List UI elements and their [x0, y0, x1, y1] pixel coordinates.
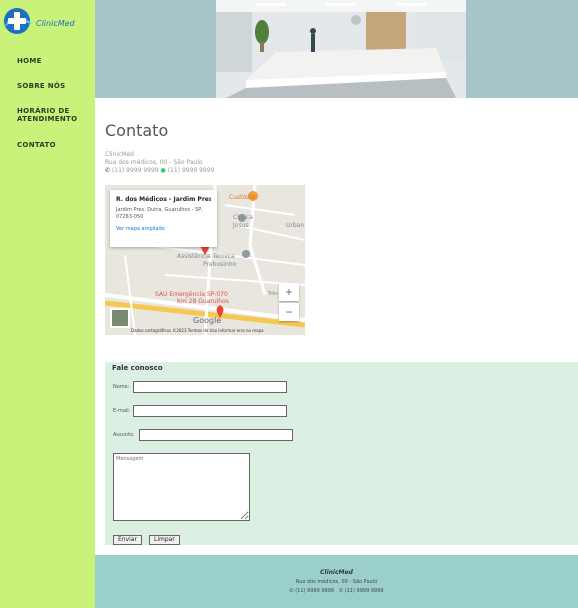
page-title: Contato — [105, 121, 169, 140]
sidebar: ClinicMed HOME SOBRE NÓS HORÁRIO DE ATEN… — [0, 0, 95, 608]
map-place-title: R. dos Médicos - Jardim Pres... — [116, 196, 211, 203]
view-larger-map-link[interactable]: Ver mapa ampliado — [116, 226, 211, 232]
site-footer: ClinicMed Rua dos médicos, 00 - São Paul… — [95, 555, 578, 608]
subject-label: Assunto: — [113, 432, 135, 438]
name-label: Nome: — [113, 384, 130, 390]
map-label: Jesus — [232, 222, 249, 229]
zoom-out-button[interactable]: − — [279, 303, 299, 321]
footer-phones: ✆ (11) 9999 9999 ✆ (11) 9999 9999 — [95, 588, 578, 594]
map-place-address: Jardim Pres. Dutra, Guarulhos - SP, 0726… — [116, 207, 203, 220]
map-label: Custódio — [229, 194, 256, 201]
map-label: Três — [267, 290, 278, 297]
phone-icon: ✆ — [105, 167, 111, 174]
contact-whatsapp: (11) 9999 9999 — [167, 167, 215, 174]
embedded-map[interactable]: Custódio Clínica Jesus Urban Assistência… — [105, 185, 305, 335]
footer-phone: (11) 9999 9999 — [295, 588, 335, 594]
poi-marker[interactable] — [242, 250, 250, 258]
map-attribution[interactable]: Dados cartográficos ©2023 Termos de Uso … — [131, 328, 264, 333]
contact-name: ClinicMed — [105, 151, 134, 158]
map-label: Prehusinho — [203, 261, 237, 268]
contact-address: Rua dos médicos, 00 - São Paulo — [105, 159, 203, 166]
map-place-card: R. dos Médicos - Jardim Pres... Jardim P… — [110, 190, 217, 247]
header-banner — [95, 0, 578, 98]
logo[interactable]: ClinicMed — [2, 6, 92, 36]
map-label: Urban — [286, 222, 304, 229]
map-label: Assistência Técnica — [177, 253, 235, 260]
email-label: E-mail: — [113, 408, 131, 414]
whatsapp-icon: ● — [160, 167, 166, 174]
hero-image — [216, 0, 466, 98]
whatsapp-icon: ✆ — [338, 588, 344, 594]
footer-address: Rua dos médicos, 00 - São Paulo — [295, 579, 378, 585]
logo-cross-icon — [4, 8, 32, 34]
form-title: Fale conosco — [112, 364, 163, 372]
satellite-toggle-button[interactable] — [110, 308, 130, 328]
contact-phone: (11) 9999 9999 — [111, 167, 159, 174]
footer-whatsapp: (11) 9999 9999 — [344, 588, 384, 594]
send-button[interactable]: Enviar — [113, 535, 142, 545]
contact-form: Fale conosco Nome: E-mail: Assunto: Envi… — [105, 362, 578, 545]
nav-item-horario[interactable]: HORÁRIO DE ATENDIMENTO — [17, 107, 87, 123]
clear-button[interactable]: Limpar — [149, 535, 180, 545]
map-label: Km 28 Guarulhos — [177, 298, 229, 305]
map-label: SAU Emergência SP-070 — [155, 291, 228, 298]
nav-item-contato[interactable]: CONTATO — [17, 141, 87, 149]
contact-info: ClinicMed Rua dos médicos, 00 - São Paul… — [105, 151, 214, 175]
nav-item-home[interactable]: HOME — [17, 57, 87, 65]
email-input[interactable] — [133, 405, 287, 417]
google-logo: Google — [193, 316, 222, 325]
logo-text: ClinicMed — [36, 19, 75, 28]
reception-illustration — [216, 0, 466, 98]
footer-brand: ClinicMed — [320, 569, 353, 576]
map-label: Clínica — [233, 214, 253, 221]
subject-input[interactable] — [139, 429, 293, 441]
phone-icon: ✆ — [289, 588, 294, 594]
message-textarea[interactable] — [113, 453, 250, 521]
nav-item-sobre-nos[interactable]: SOBRE NÓS — [17, 82, 87, 90]
zoom-in-button[interactable]: + — [279, 283, 299, 301]
name-input[interactable] — [133, 381, 287, 393]
contact-phones: ✆ (11) 9999 9999 ● (11) 9999 9999 — [105, 167, 214, 175]
